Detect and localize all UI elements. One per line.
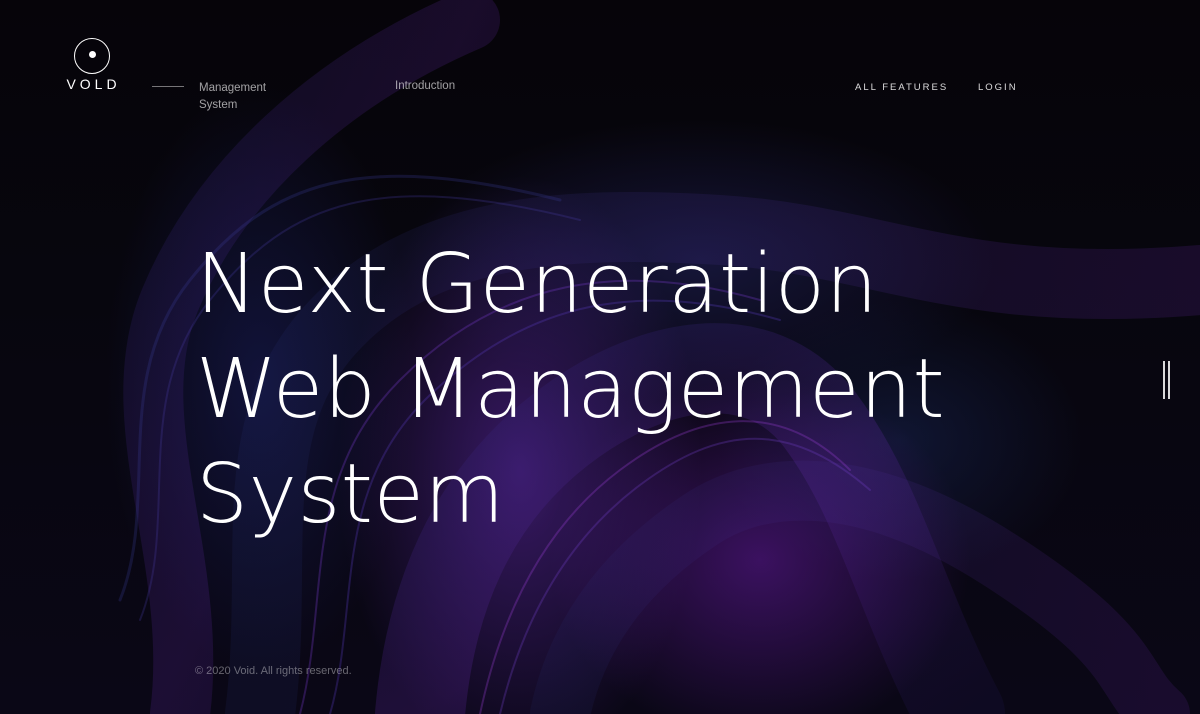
brand-name: VOLD bbox=[66, 76, 121, 92]
hero-headline: Next Generation Web Management System bbox=[196, 232, 976, 547]
nav-subtitle-line2: System bbox=[199, 99, 238, 111]
slider-bar-right bbox=[1168, 361, 1170, 399]
nav-link-all-features[interactable]: ALL FEATURES bbox=[855, 82, 948, 93]
brand-logo[interactable]: VOLD bbox=[58, 38, 126, 92]
logo-dot bbox=[88, 50, 96, 58]
nav-subtitle: Management System bbox=[199, 80, 309, 114]
hero-line-2: Web Management bbox=[196, 342, 946, 437]
copyright-text: © 2020 Void. All rights reserved. bbox=[195, 665, 352, 677]
hero-line-1: Next Generation bbox=[196, 237, 879, 332]
circle-dot-icon bbox=[74, 38, 110, 74]
double-bar-icon[interactable] bbox=[1160, 361, 1174, 401]
nav-link-login[interactable]: LOGIN bbox=[978, 82, 1018, 93]
nav-link-introduction[interactable]: Introduction bbox=[395, 80, 455, 92]
landing-page: VOLD Management System Introduction ALL … bbox=[0, 0, 1200, 714]
nav-subtitle-line1: Management bbox=[199, 82, 267, 94]
nav-divider bbox=[152, 86, 184, 87]
hero-line-3: System bbox=[196, 447, 505, 542]
slider-bar-left bbox=[1163, 361, 1165, 399]
